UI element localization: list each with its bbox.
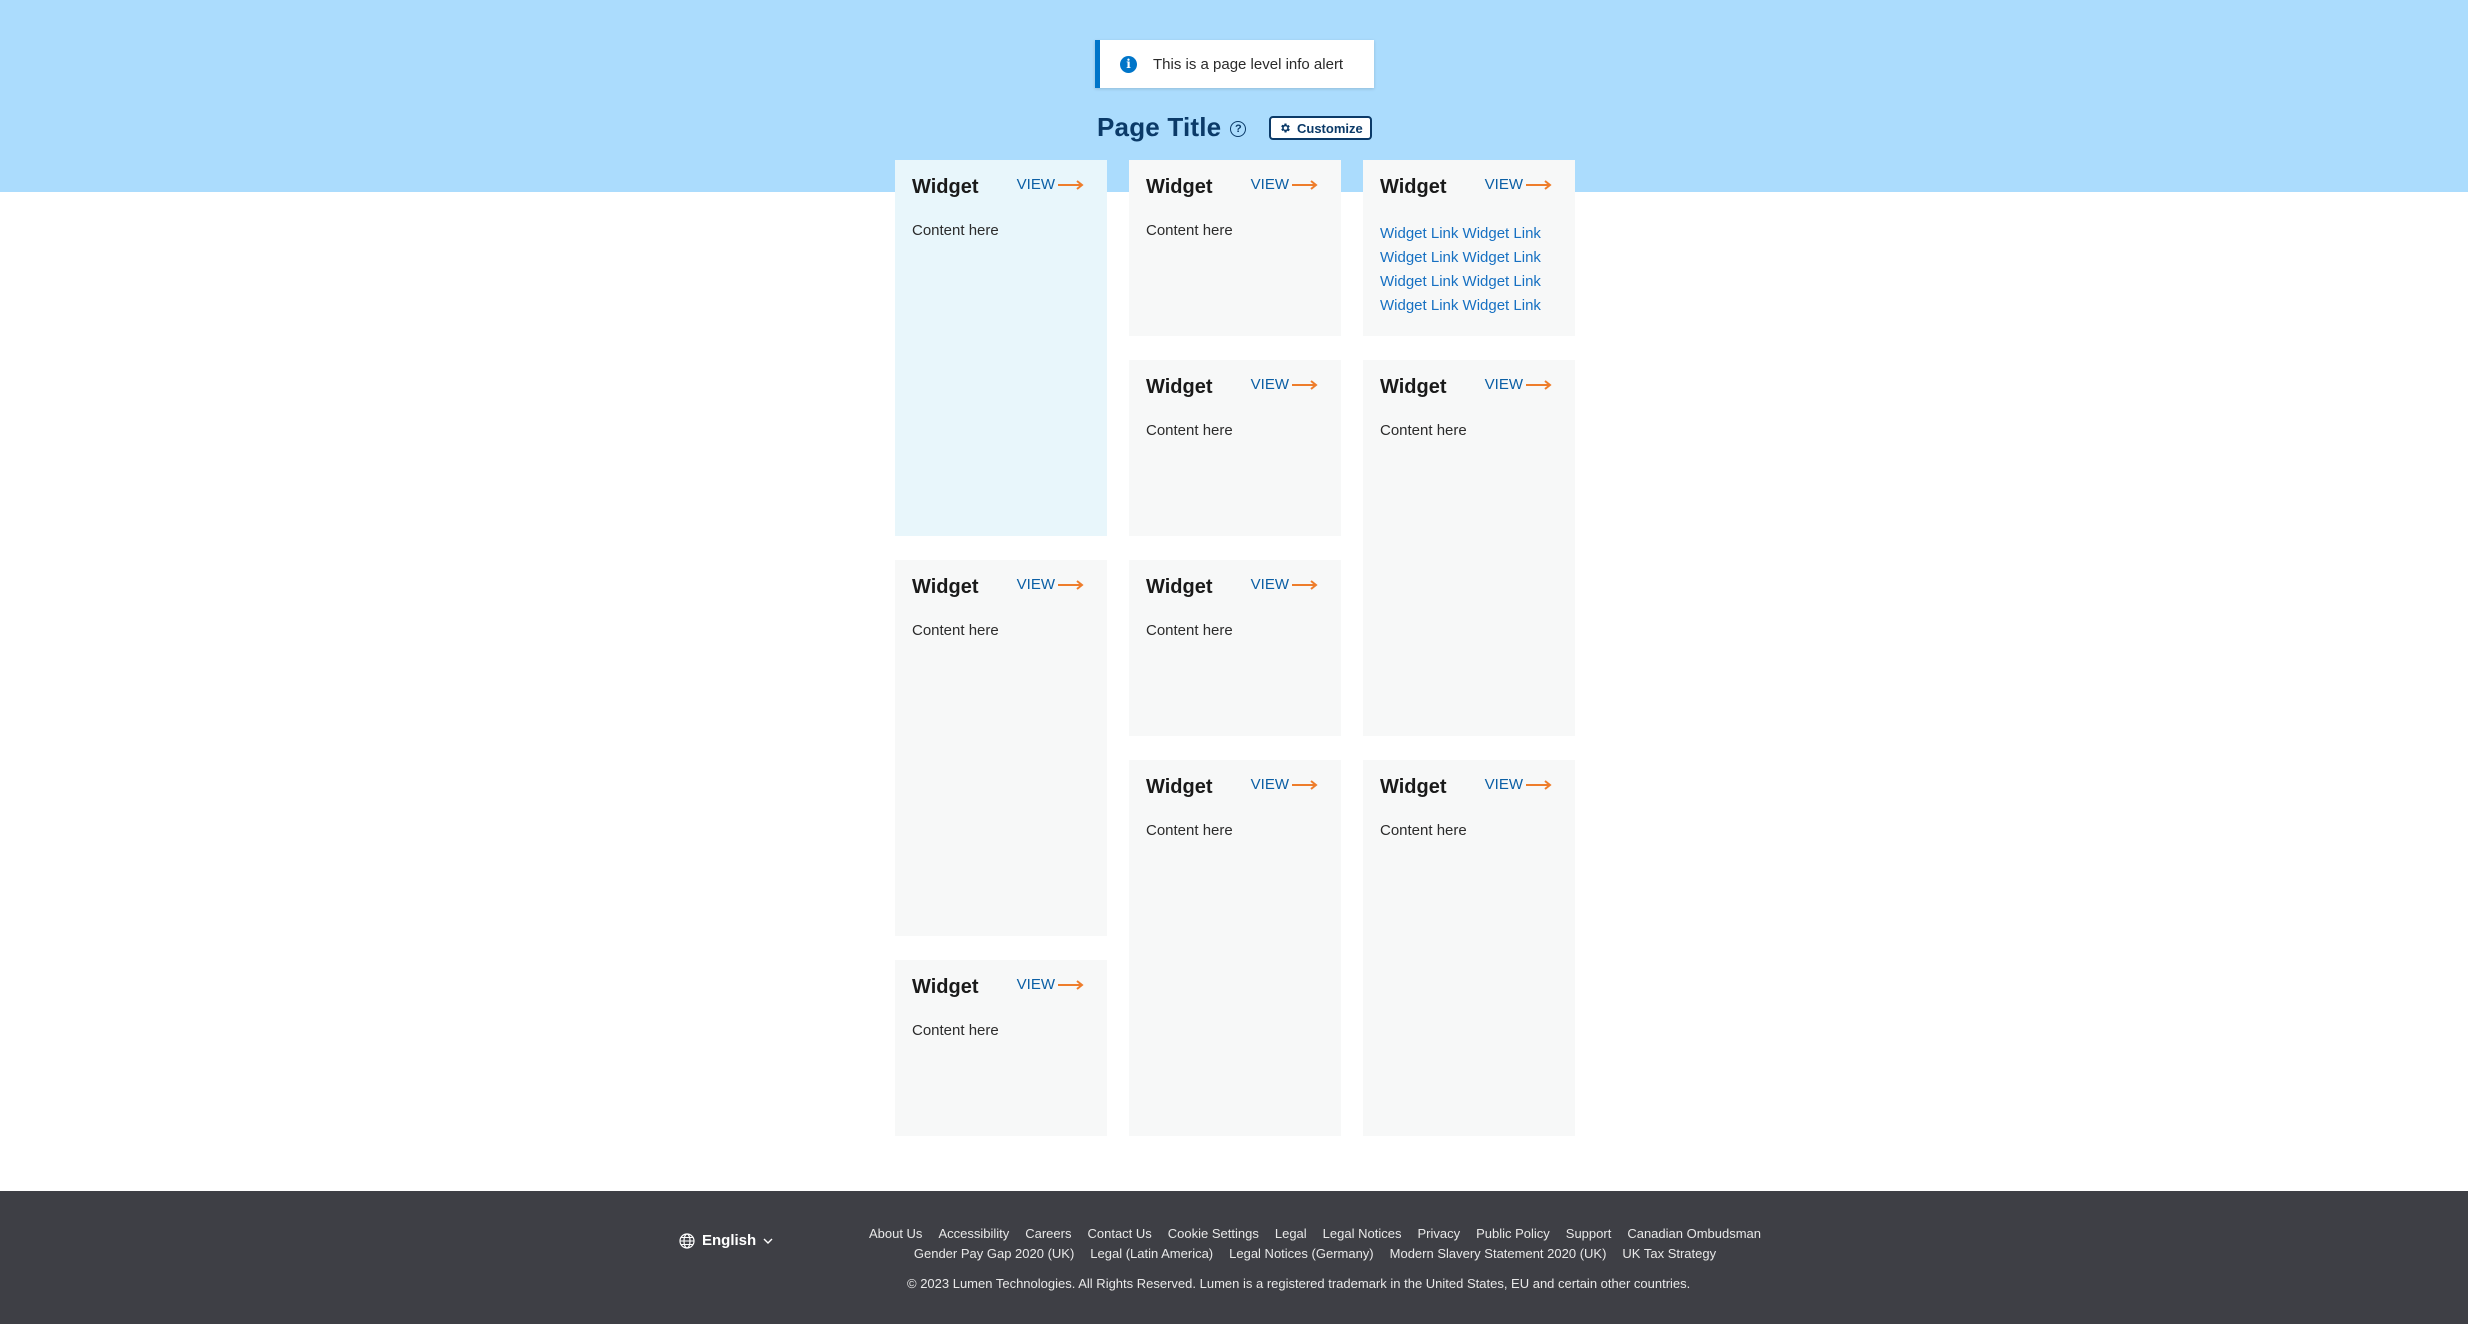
footer-link-gender-pay-gap[interactable]: Gender Pay Gap 2020 (UK) bbox=[914, 1246, 1074, 1261]
widget-link[interactable]: Widget Link Widget Link bbox=[1380, 222, 1558, 246]
widget-title: Widget bbox=[1380, 176, 1447, 198]
gear-icon bbox=[1281, 123, 1290, 133]
arrow-right-icon bbox=[1058, 179, 1084, 190]
footer-link-legal-notices[interactable]: Legal Notices bbox=[1323, 1226, 1402, 1241]
arrow-right-icon bbox=[1292, 579, 1318, 590]
widget-title: Widget bbox=[912, 576, 979, 598]
widget-content: Content here bbox=[1146, 622, 1233, 639]
widget-content: Content here bbox=[912, 1022, 999, 1039]
widget-view-link[interactable]: VIEW bbox=[1251, 576, 1318, 593]
widget-content: Content here bbox=[1380, 422, 1467, 439]
page-title: Page Title bbox=[1097, 111, 1222, 142]
widget-title: Widget bbox=[1380, 776, 1447, 798]
widget-card: Widget VIEW Widget Link Widget Link Widg… bbox=[1363, 160, 1575, 336]
widget-view-link[interactable]: VIEW bbox=[1485, 776, 1552, 793]
widget-card: Widget VIEW Content here bbox=[1363, 760, 1575, 1136]
footer-link-contact-us[interactable]: Contact Us bbox=[1087, 1226, 1151, 1241]
widget-card: Widget VIEW Content here bbox=[895, 960, 1107, 1136]
widget-content: Content here bbox=[912, 622, 999, 639]
view-label: VIEW bbox=[1250, 776, 1289, 793]
footer-link-careers[interactable]: Careers bbox=[1025, 1226, 1071, 1241]
widget-card: Widget VIEW Content here bbox=[1129, 760, 1341, 1136]
widget-title: Widget bbox=[1380, 376, 1447, 398]
customize-button[interactable]: Customize bbox=[1269, 116, 1373, 140]
widget-content: Content here bbox=[912, 222, 999, 239]
view-label: VIEW bbox=[1484, 776, 1523, 793]
footer-link-about-us[interactable]: About Us bbox=[869, 1226, 922, 1241]
widget-content: Content here bbox=[1146, 422, 1233, 439]
footer-link-legal[interactable]: Legal bbox=[1275, 1226, 1307, 1241]
widget-card: Widget VIEW Content here bbox=[1363, 360, 1575, 736]
widget-title: Widget bbox=[912, 976, 979, 998]
widget-title: Widget bbox=[1146, 776, 1213, 798]
widget-view-link[interactable]: VIEW bbox=[1017, 176, 1084, 193]
view-label: VIEW bbox=[1484, 376, 1523, 393]
widget-title: Widget bbox=[1146, 576, 1213, 598]
widget-view-link[interactable]: VIEW bbox=[1485, 176, 1552, 193]
arrow-right-icon bbox=[1526, 179, 1552, 190]
view-label: VIEW bbox=[1016, 176, 1055, 193]
widget-link-list: Widget Link Widget Link Widget Link Widg… bbox=[1380, 222, 1558, 318]
view-label: VIEW bbox=[1250, 176, 1289, 193]
footer-link-legal-notices-germany[interactable]: Legal Notices (Germany) bbox=[1229, 1246, 1374, 1261]
page: i This is a page level info alert Page T… bbox=[0, 0, 2468, 1324]
question-circle-icon[interactable]: ? bbox=[1230, 121, 1247, 137]
widget-link[interactable]: Widget Link Widget Link bbox=[1380, 294, 1558, 318]
footer-links-row-2: Gender Pay Gap 2020 (UK) Legal (Latin Am… bbox=[0, 1246, 2468, 1261]
widget-title: Widget bbox=[1146, 176, 1213, 198]
arrow-right-icon bbox=[1526, 779, 1552, 790]
arrow-right-icon bbox=[1292, 779, 1318, 790]
customize-label: Customize bbox=[1296, 120, 1363, 136]
widget-card: Widget VIEW Content here bbox=[1129, 360, 1341, 536]
view-label: VIEW bbox=[1484, 176, 1523, 193]
widget-title: Widget bbox=[912, 176, 979, 198]
title-row: Page Title ? Customize bbox=[1097, 108, 1373, 146]
widget-card: Widget VIEW Content here bbox=[1129, 160, 1341, 336]
info-alert: i This is a page level info alert bbox=[1095, 40, 1374, 88]
widget-view-link[interactable]: VIEW bbox=[1251, 376, 1318, 393]
widget-card: Widget VIEW Content here bbox=[1129, 560, 1341, 736]
view-label: VIEW bbox=[1016, 976, 1055, 993]
view-label: VIEW bbox=[1250, 576, 1289, 593]
widget-card: Widget VIEW Content here bbox=[895, 160, 1107, 536]
arrow-right-icon bbox=[1292, 379, 1318, 390]
widget-link[interactable]: Widget Link Widget Link bbox=[1380, 270, 1558, 294]
footer-link-modern-slavery[interactable]: Modern Slavery Statement 2020 (UK) bbox=[1390, 1246, 1607, 1261]
footer: English About Us Accessibility Careers C… bbox=[0, 1191, 2468, 1324]
arrow-right-icon bbox=[1526, 379, 1552, 390]
widget-view-link[interactable]: VIEW bbox=[1251, 776, 1318, 793]
view-label: VIEW bbox=[1250, 376, 1289, 393]
footer-link-uk-tax-strategy[interactable]: UK Tax Strategy bbox=[1622, 1246, 1716, 1261]
arrow-right-icon bbox=[1058, 979, 1084, 990]
widget-view-link[interactable]: VIEW bbox=[1017, 976, 1084, 993]
footer-link-accessibility[interactable]: Accessibility bbox=[938, 1226, 1009, 1241]
copyright-text: © 2023 Lumen Technologies. All Rights Re… bbox=[907, 1276, 1691, 1291]
footer-link-legal-latin-america[interactable]: Legal (Latin America) bbox=[1090, 1246, 1213, 1261]
widget-card: Widget VIEW Content here bbox=[895, 560, 1107, 936]
footer-link-support[interactable]: Support bbox=[1566, 1226, 1612, 1241]
footer-link-public-policy[interactable]: Public Policy bbox=[1476, 1226, 1550, 1241]
widget-content: Content here bbox=[1146, 222, 1233, 239]
footer-link-cookie-settings[interactable]: Cookie Settings bbox=[1168, 1226, 1259, 1241]
widget-content: Content here bbox=[1380, 822, 1467, 839]
widget-link[interactable]: Widget Link Widget Link bbox=[1380, 246, 1558, 270]
footer-link-canadian-ombudsman[interactable]: Canadian Ombudsman bbox=[1627, 1226, 1761, 1241]
view-label: VIEW bbox=[1016, 576, 1055, 593]
widget-content: Content here bbox=[1146, 822, 1233, 839]
widget-title: Widget bbox=[1146, 376, 1213, 398]
arrow-right-icon bbox=[1292, 179, 1318, 190]
footer-links-row-1: About Us Accessibility Careers Contact U… bbox=[0, 1226, 2468, 1241]
footer-link-privacy[interactable]: Privacy bbox=[1417, 1226, 1460, 1241]
widget-view-link[interactable]: VIEW bbox=[1017, 576, 1084, 593]
info-icon: i bbox=[1120, 55, 1137, 73]
alert-text: This is a page level info alert bbox=[1153, 55, 1344, 73]
widget-view-link[interactable]: VIEW bbox=[1485, 376, 1552, 393]
arrow-right-icon bbox=[1058, 579, 1084, 590]
widget-view-link[interactable]: VIEW bbox=[1251, 176, 1318, 193]
